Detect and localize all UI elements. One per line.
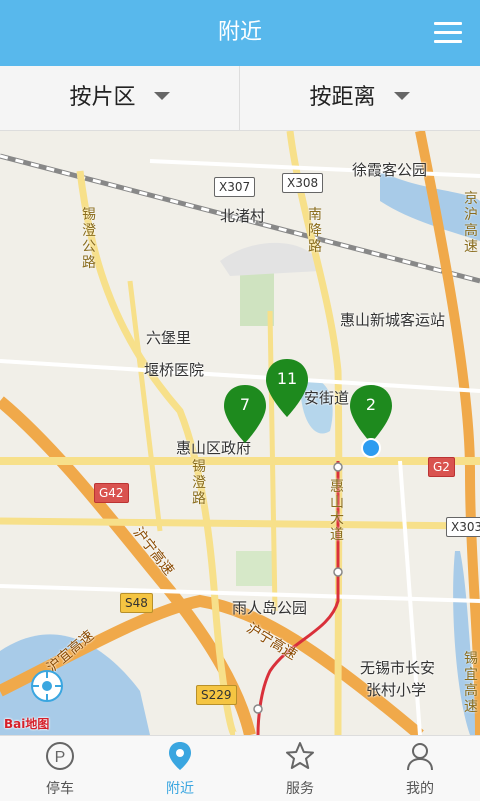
filter-bar: 按片区 按距离 [0, 66, 480, 131]
shield-g2: G2 [428, 457, 455, 477]
map-pin-icon [266, 359, 308, 417]
chevron-down-icon [393, 92, 410, 100]
star-icon [286, 742, 314, 769]
tab-nearby-label: 附近 [166, 781, 194, 797]
road-label-xicheng: 锡澄公路 [82, 207, 96, 271]
shield-s229: S229 [196, 685, 237, 705]
parking-cluster-pin[interactable]: 2 [348, 383, 394, 445]
filter-by-distance[interactable]: 按距离 [240, 66, 479, 130]
shield-g42: G42 [94, 483, 129, 503]
shield-x307: X307 [214, 177, 256, 197]
map-pin-icon [350, 385, 392, 443]
pin-count: 2 [365, 395, 377, 414]
map-label-changan-school-2: 张村小学 [366, 681, 427, 699]
map-view[interactable]: 徐霞客公园 北渚村 惠山新城客运站 六堡里 堰桥医院 惠山区政府 安街道 雨人岛… [0, 131, 480, 735]
parking-icon: P [46, 742, 74, 770]
locate-me-icon[interactable] [30, 669, 64, 703]
map-label-xuxiake-park: 徐霞客公园 [352, 161, 428, 179]
shield-s48: S48 [120, 593, 153, 613]
hamburger-menu-icon[interactable] [434, 22, 462, 44]
filter-by-district-label: 按片区 [69, 85, 136, 110]
shield-x308: X308 [282, 173, 324, 193]
shield-x303: X303 [446, 517, 480, 537]
header-bar: 附近 [0, 0, 480, 66]
road-label-nanjiang: 南降路 [308, 207, 322, 255]
svg-text:P: P [55, 749, 66, 766]
road-label-jinghu: 京沪高速 [464, 191, 478, 255]
map-label-changan-school-1: 无锡市长安 [360, 659, 436, 677]
map-label-liubaoli: 六堡里 [146, 329, 192, 347]
pin-count: 11 [276, 369, 298, 388]
location-pin-icon [169, 742, 191, 770]
road-label-huning-right: 锡宜高速 [464, 651, 478, 715]
tab-parking[interactable]: P 停车 [0, 736, 120, 801]
filter-by-distance-label: 按距离 [309, 85, 376, 110]
road-label-huishan-ave: 惠山大道 [330, 479, 344, 543]
map-label-yanqiao-hospital: 堰桥医院 [144, 361, 205, 379]
tab-mine[interactable]: 我的 [360, 736, 480, 801]
tab-services-label: 服务 [286, 781, 314, 797]
chevron-down-icon [153, 92, 170, 100]
bottom-tab-bar: P 停车 附近 服务 我的 [0, 735, 480, 801]
map-pin-icon [224, 385, 266, 443]
page-title: 附近 [217, 20, 262, 45]
user-icon [407, 743, 433, 771]
tab-parking-label: 停车 [46, 781, 74, 797]
parking-cluster-pin[interactable]: 11 [264, 357, 310, 419]
map-label-yurendao-park: 雨人岛公园 [232, 599, 308, 617]
parking-cluster-pin[interactable]: 7 [222, 383, 268, 445]
tab-mine-label: 我的 [406, 781, 434, 797]
current-location-icon [361, 438, 381, 458]
baidu-logo: Bai地图 [4, 717, 50, 731]
tab-services[interactable]: 服务 [240, 736, 360, 801]
pin-count: 7 [239, 395, 251, 414]
map-label-anjie-road: 安街道 [304, 389, 350, 407]
tab-nearby[interactable]: 附近 [120, 736, 240, 801]
map-label-huishan-bus-station: 惠山新城客运站 [340, 311, 446, 329]
map-label-beizhu-village: 北渚村 [220, 207, 266, 225]
filter-by-district[interactable]: 按片区 [0, 66, 239, 130]
road-label-xicheng2: 锡澄路 [192, 459, 206, 507]
